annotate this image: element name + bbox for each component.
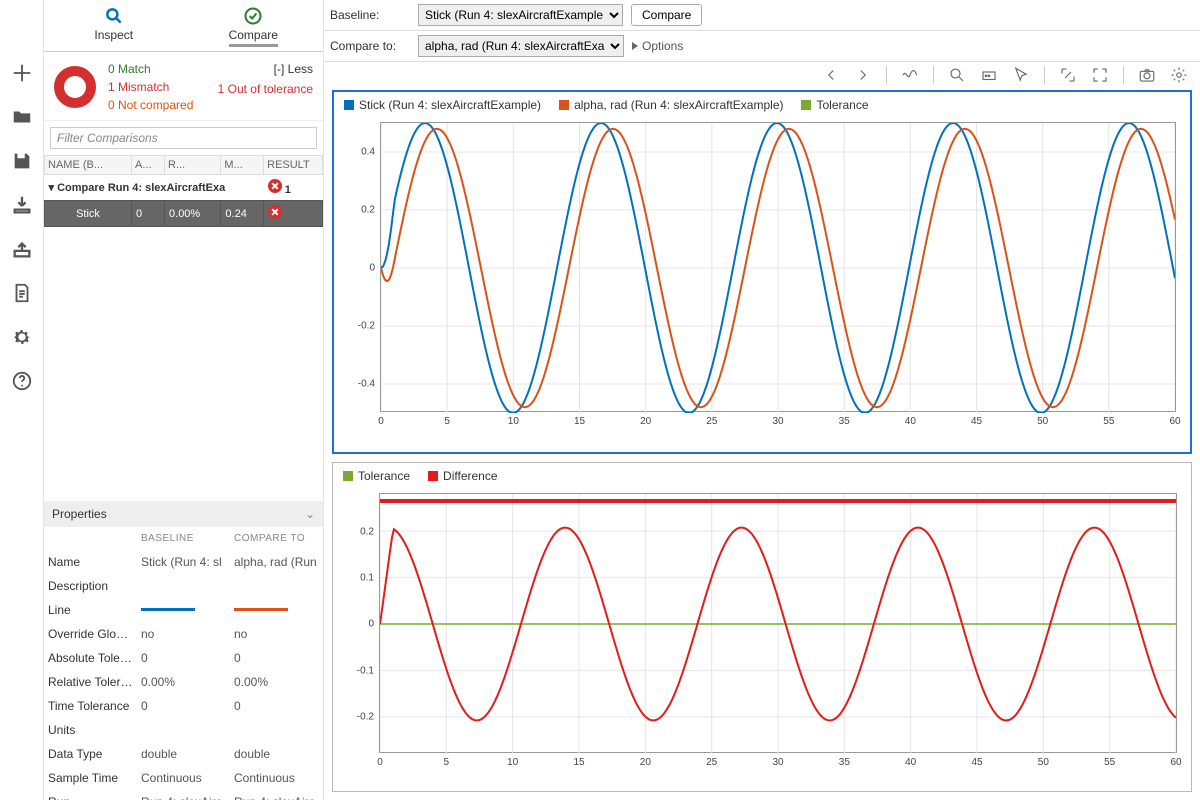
top-chart[interactable]: Stick (Run 4: slexAircraftExample) alpha…: [332, 90, 1192, 454]
options-button[interactable]: Options: [632, 39, 683, 53]
compare-button[interactable]: Compare: [631, 4, 702, 26]
summary-block: 0 Match 1 Mismatch 0 Not compared [-] Le…: [44, 52, 323, 121]
prop-row: Description: [44, 574, 323, 598]
comparison-table: NAME (B... A... R... M... RESULT ▾ Compa…: [44, 155, 323, 227]
nav-next-icon[interactable]: [854, 66, 872, 84]
fail-icon: [268, 179, 282, 193]
summary-out-of-tol: 1 Out of tolerance: [218, 82, 313, 96]
chevron-down-icon: ⌄: [305, 507, 315, 521]
tab-inspect[interactable]: Inspect: [44, 0, 184, 51]
bottom-chart[interactable]: Tolerance Difference -0.2-0.100.10.20510…: [332, 462, 1192, 792]
prop-row: Sample TimeContinuousContinuous: [44, 766, 323, 790]
folder-icon[interactable]: [9, 104, 35, 130]
nav-prev-icon[interactable]: [822, 66, 840, 84]
tab-compare[interactable]: Compare: [184, 0, 324, 51]
legend-swatch-red: [428, 471, 438, 481]
compareto-select[interactable]: alpha, rad (Run 4: slexAircraftExa: [418, 35, 624, 57]
prop-row: Override Global Tolenono: [44, 622, 323, 646]
plot-toolbar: [324, 62, 1200, 88]
legend-swatch-orange: [559, 100, 569, 110]
baseline-label: Baseline:: [330, 8, 410, 22]
col-name[interactable]: NAME (B...: [45, 156, 132, 175]
table-group-row[interactable]: ▾ Compare Run 4: slexAircraftExa 1: [45, 175, 323, 201]
gear-icon[interactable]: [9, 324, 35, 350]
summary-ring-icon: [54, 66, 96, 108]
check-icon: [243, 6, 263, 26]
fullscreen-icon[interactable]: [1091, 66, 1109, 84]
prop-row: Line: [44, 598, 323, 622]
summary-notcompared: 0 Not compared: [108, 98, 193, 112]
export-icon[interactable]: [9, 236, 35, 262]
import-icon[interactable]: [9, 192, 35, 218]
expand-icon[interactable]: [1059, 66, 1077, 84]
tabs: Inspect Compare: [44, 0, 323, 52]
bottom-plot-area: -0.2-0.100.10.2051015202530354045505560: [379, 493, 1177, 753]
legend-swatch-green: [801, 100, 811, 110]
tab-inspect-label: Inspect: [94, 28, 133, 42]
legend-swatch-green: [343, 471, 353, 481]
camera-icon[interactable]: [1138, 66, 1156, 84]
search-icon: [104, 6, 124, 26]
prop-row: NameStick (Run 4: slalpha, rad (Run: [44, 550, 323, 574]
right-panel: Baseline: Stick (Run 4: slexAircraftExam…: [324, 0, 1200, 800]
report-icon[interactable]: [9, 280, 35, 306]
col-max[interactable]: M...: [221, 156, 264, 175]
signal-icon[interactable]: [901, 66, 919, 84]
pan-icon[interactable]: [980, 66, 998, 84]
triangle-right-icon: [632, 42, 638, 50]
save-icon[interactable]: [9, 148, 35, 174]
col-rel[interactable]: R...: [165, 156, 221, 175]
summary-mismatch: 1 Mismatch: [108, 80, 193, 94]
legend-swatch-blue: [344, 100, 354, 110]
add-icon[interactable]: [9, 60, 35, 86]
left-panel: Inspect Compare 0 Match 1 Mismatch 0 Not…: [44, 0, 324, 800]
fail-icon: [268, 205, 282, 219]
col-abs[interactable]: A...: [132, 156, 165, 175]
cursor-icon[interactable]: [1012, 66, 1030, 84]
settings-icon[interactable]: [1170, 66, 1188, 84]
prop-row: Time Tolerance00: [44, 694, 323, 718]
col-result[interactable]: RESULT: [264, 156, 323, 175]
compareto-label: Compare to:: [330, 39, 410, 53]
zoom-icon[interactable]: [948, 66, 966, 84]
left-rail: [0, 0, 44, 800]
tab-compare-label: Compare: [229, 28, 278, 47]
baseline-row: Baseline: Stick (Run 4: slexAircraftExam…: [324, 0, 1200, 31]
table-row[interactable]: Stick 0 0.00% 0.24: [45, 201, 323, 227]
baseline-select[interactable]: Stick (Run 4: slexAircraftExample: [418, 4, 623, 26]
toggle-less[interactable]: [-] Less: [218, 62, 313, 76]
filter-input[interactable]: Filter Comparisons: [50, 127, 317, 149]
prop-row: Units: [44, 718, 323, 742]
summary-match: 0 Match: [108, 62, 193, 76]
prop-row: Relative Tolerance0.00%0.00%: [44, 670, 323, 694]
properties-header[interactable]: Properties ⌄: [44, 501, 323, 527]
compareto-row: Compare to: alpha, rad (Run 4: slexAircr…: [324, 31, 1200, 62]
prop-row: Data Typedoubledouble: [44, 742, 323, 766]
top-plot-area: -0.4-0.200.20.4051015202530354045505560: [380, 122, 1176, 412]
help-icon[interactable]: [9, 368, 35, 394]
properties-panel: BASELINECOMPARE TONameStick (Run 4: slal…: [44, 527, 323, 800]
prop-row: RunRun 4: slexAircRun 4: slexAirc: [44, 790, 323, 800]
prop-row: Absolute Tolerance00: [44, 646, 323, 670]
